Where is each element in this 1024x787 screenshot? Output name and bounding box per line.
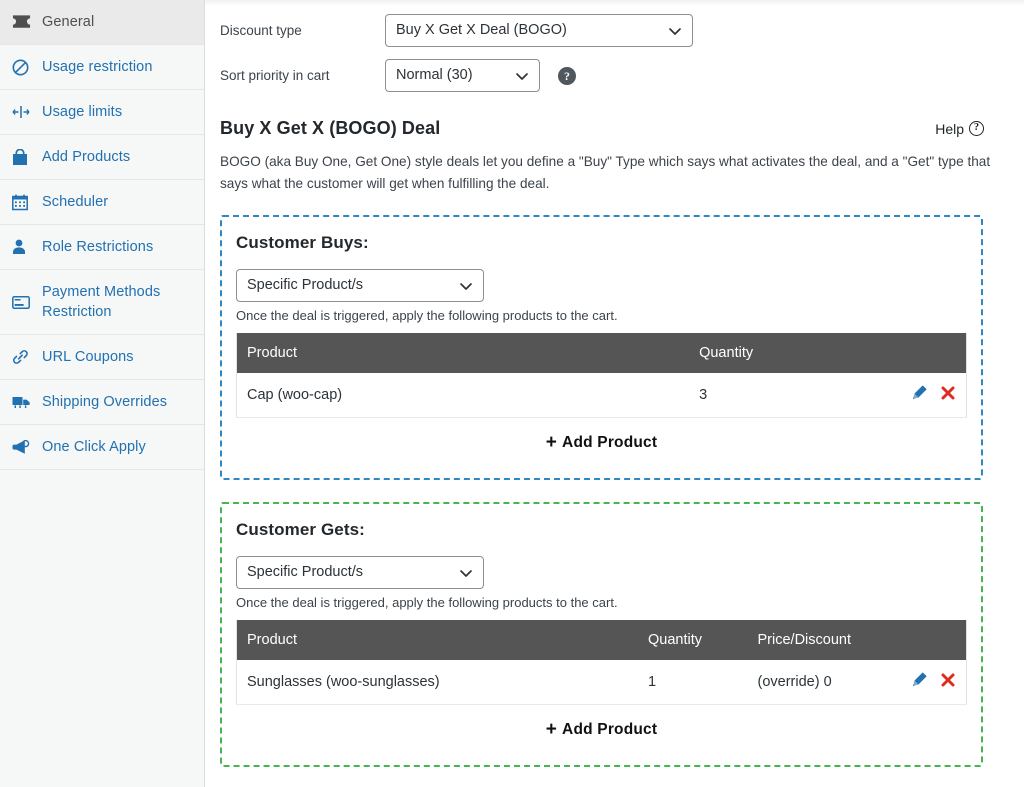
sidebar-item-shipping-overrides[interactable]: Shipping Overrides [0, 380, 204, 425]
coupon-bogo-screen: General Usage restriction Usage limits A… [0, 0, 1024, 787]
column-header-price-discount: Price/Discount [747, 620, 967, 660]
customer-gets-panel: Customer Gets: Specific Product/s Once t… [220, 502, 983, 767]
user-icon [12, 237, 40, 257]
customer-gets-table: Product Quantity Price/Discount Sunglass… [236, 620, 967, 705]
sidebar-item-add-products[interactable]: Add Products [0, 135, 204, 180]
cell-product: Sunglasses (woo-sunglasses) [236, 660, 638, 705]
column-header-quantity: Quantity [638, 620, 748, 660]
no-entry-icon [12, 57, 40, 77]
sort-priority-select-wrap: Normal (30) [385, 59, 540, 92]
discount-type-select-wrap: Buy X Get X Deal (BOGO) [385, 14, 693, 47]
customer-gets-type-select[interactable]: Specific Product/s [236, 556, 484, 589]
customer-gets-note: Once the deal is triggered, apply the fo… [236, 595, 618, 610]
credit-card-icon [12, 292, 40, 312]
sort-priority-label: Sort priority in cart [220, 67, 330, 83]
table-header-row: Product Quantity [236, 333, 967, 373]
sidebar-item-one-click-apply[interactable]: One Click Apply [0, 425, 204, 470]
discount-type-select[interactable]: Buy X Get X Deal (BOGO) [385, 14, 693, 47]
customer-buys-title: Customer Buys: [236, 233, 369, 252]
gets-type-select-wrap: Specific Product/s [236, 556, 484, 589]
pencil-icon[interactable] [911, 671, 928, 693]
question-mark-icon[interactable]: ? [558, 66, 576, 85]
sidebar-item-payment-methods-restriction[interactable]: Payment Methods Restriction [0, 270, 204, 335]
column-header-product: Product [236, 333, 690, 373]
plus-icon: + [545, 432, 558, 453]
sidebar-item-label: Shipping Overrides [42, 394, 168, 410]
sort-priority-select[interactable]: Normal (30) [385, 59, 540, 92]
discount-type-label: Discount type [220, 22, 302, 38]
sidebar-item-label: URL Coupons [42, 349, 134, 365]
sidebar-item-scheduler[interactable]: Scheduler [0, 180, 204, 225]
sidebar-item-url-coupons[interactable]: URL Coupons [0, 335, 204, 380]
customer-buys-note: Once the deal is triggered, apply the fo… [236, 308, 618, 323]
bag-icon [12, 147, 40, 167]
table-row: Sunglasses (woo-sunglasses) 1 (override)… [236, 660, 967, 705]
table-header-row: Product Quantity Price/Discount [236, 620, 967, 660]
discount-type-row: Discount type Buy X Get X Deal (BOGO) [220, 14, 996, 47]
sidebar-item-usage-limits[interactable]: Usage limits [0, 90, 204, 135]
question-circle-icon: ? [969, 121, 984, 136]
customer-buys-type-select[interactable]: Specific Product/s [236, 269, 484, 302]
page-title: Buy X Get X (BOGO) Deal [220, 118, 441, 138]
megaphone-icon [12, 437, 40, 457]
cell-quantity: 1 [638, 660, 748, 705]
column-header-quantity: Quantity [689, 333, 967, 373]
bogo-section-description: BOGO (aka Buy One, Get One) style deals … [220, 154, 991, 191]
customer-gets-title: Customer Gets: [236, 520, 365, 539]
add-product-label: Add Product [562, 434, 658, 451]
help-link-label: Help [935, 120, 964, 137]
sidebar-item-usage-restriction[interactable]: Usage restriction [0, 45, 204, 90]
sidebar-item-label: Scheduler [42, 194, 109, 210]
pencil-icon[interactable] [911, 384, 928, 406]
bogo-section-header: Buy X Get X (BOGO) Deal Help ? [220, 118, 996, 139]
table-row: Cap (woo-cap) 3 [236, 373, 967, 418]
cell-quantity: 3 [689, 373, 766, 418]
plus-icon: + [545, 719, 558, 740]
calendar-icon [12, 192, 40, 212]
x-delete-icon[interactable] [940, 672, 956, 693]
sort-priority-row: Sort priority in cart Normal (30) ? [220, 59, 996, 92]
sidebar-item-label: Add Products [42, 149, 131, 165]
add-product-label: Add Product [562, 721, 658, 738]
truck-icon [12, 392, 40, 412]
ticket-icon [12, 12, 40, 32]
row-actions [870, 660, 967, 705]
sidebar-item-label: Usage restriction [42, 59, 153, 75]
sidebar-item-label: Usage limits [42, 104, 123, 120]
customer-buys-table: Product Quantity Cap (woo-cap) 3 [236, 333, 967, 418]
sidebar-item-general[interactable]: General [0, 0, 204, 45]
add-product-button-buys[interactable]: + Add Product [236, 418, 967, 460]
help-link[interactable]: Help ? [935, 121, 984, 137]
add-product-button-gets[interactable]: + Add Product [236, 705, 967, 747]
coupon-settings-sidebar: General Usage restriction Usage limits A… [0, 0, 205, 787]
row-actions [765, 373, 967, 418]
cell-price-discount: (override) 0 [747, 660, 871, 705]
x-delete-icon[interactable] [940, 385, 956, 406]
buys-type-select-wrap: Specific Product/s [236, 269, 484, 302]
link-icon [12, 347, 40, 367]
sidebar-item-label: Role Restrictions [42, 239, 154, 255]
customer-buys-panel: Customer Buys: Specific Product/s Once t… [220, 215, 983, 480]
coupon-general-panel: Discount type Buy X Get X Deal (BOGO) So… [205, 0, 1024, 787]
column-header-product: Product [236, 620, 638, 660]
sidebar-item-role-restrictions[interactable]: Role Restrictions [0, 225, 204, 270]
sidebar-item-label: One Click Apply [42, 439, 146, 455]
limits-icon [12, 102, 40, 122]
sidebar-item-label: General [42, 14, 95, 30]
sidebar-item-label: Payment Methods Restriction [42, 284, 161, 320]
cell-product: Cap (woo-cap) [236, 373, 690, 418]
